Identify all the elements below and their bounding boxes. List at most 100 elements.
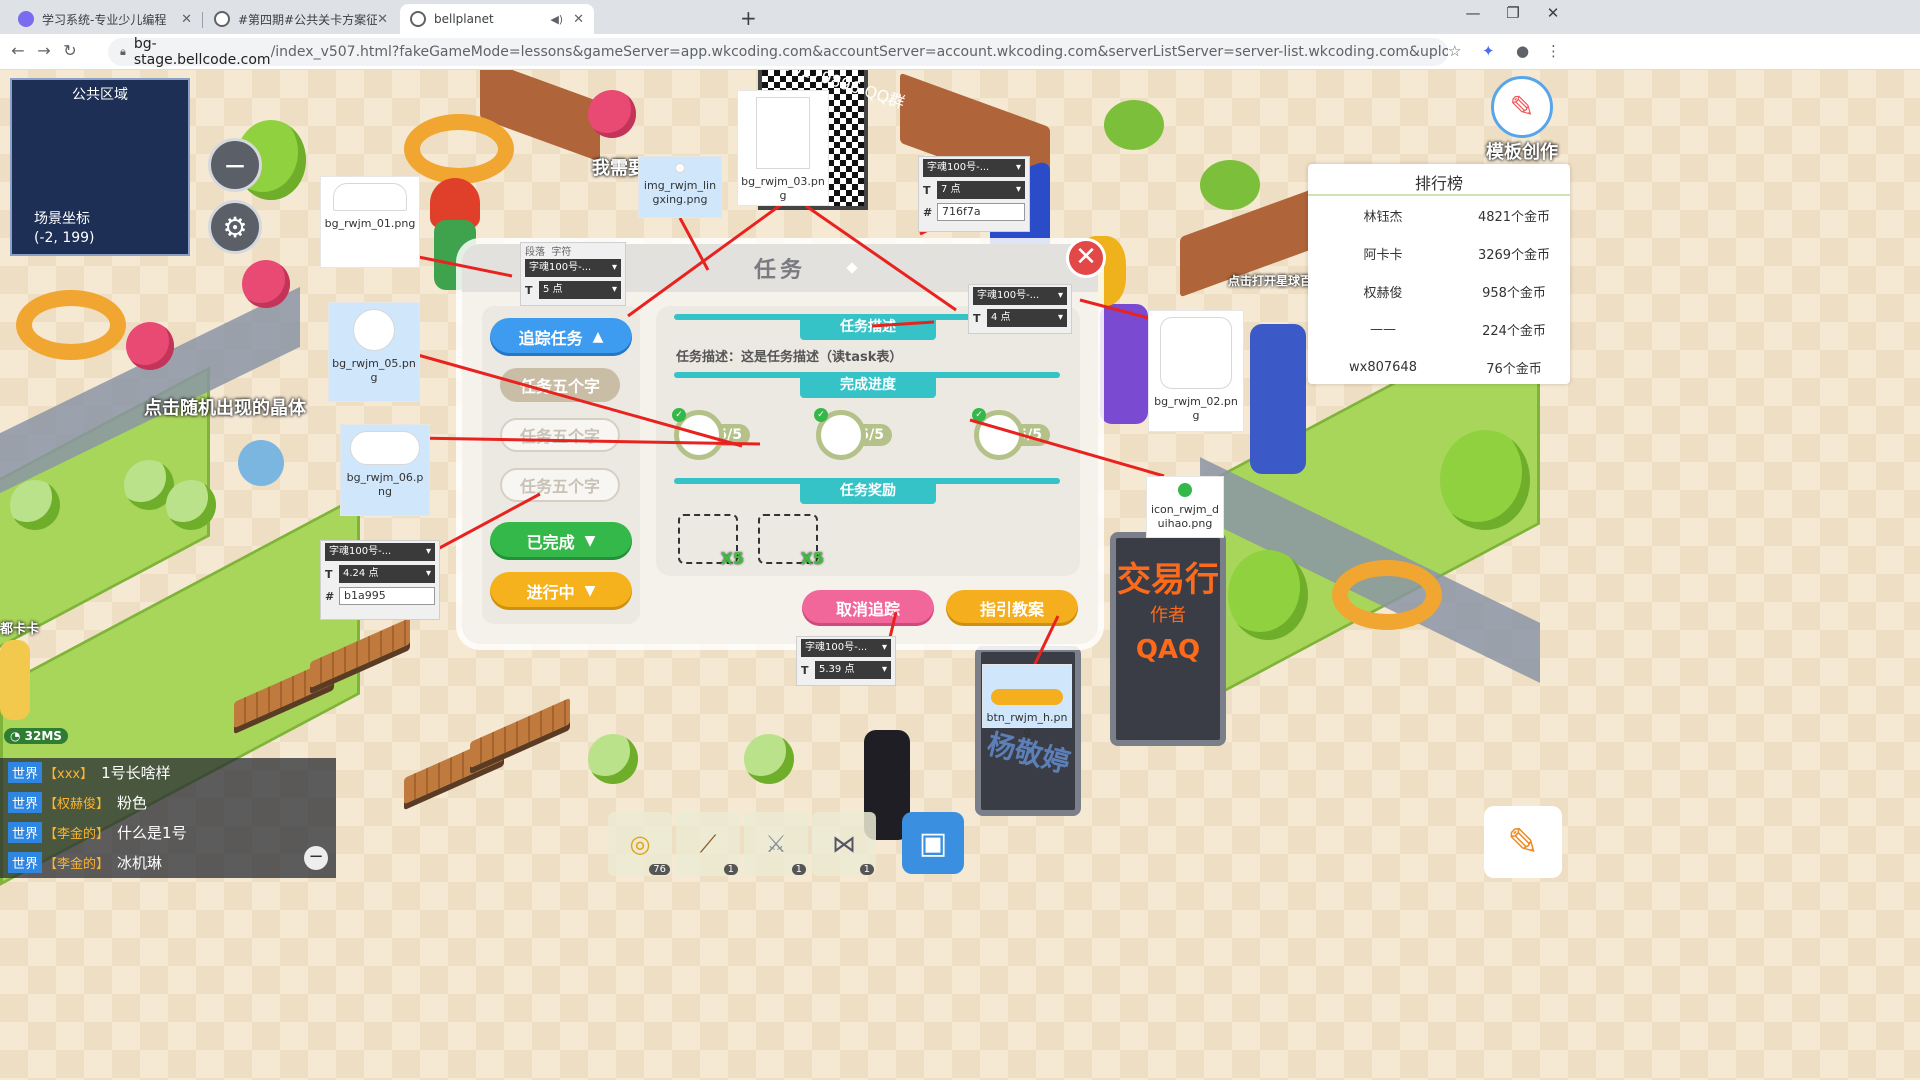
font-family-row: 字魂100号-... ▾ <box>321 541 439 563</box>
round-bench <box>16 290 126 360</box>
template-create-button[interactable]: ✎ 模板创作 <box>1480 76 1564 166</box>
tab-level-plan[interactable]: #第四期#公共关卡方案征集结束 ✕ <box>204 4 398 34</box>
more-menu-icon[interactable]: ⋮ <box>1546 42 1561 60</box>
in-progress-tasks-button[interactable]: 进行中 ▼ <box>490 572 632 610</box>
backpack-icon: ▣ <box>918 825 948 861</box>
leaderboard-row: 权赫俊 958个金币 <box>1308 272 1570 310</box>
chevron-down-icon: ▾ <box>881 664 887 675</box>
check-icon: ✓ <box>814 408 828 422</box>
close-window-icon[interactable]: ✕ <box>1530 4 1576 22</box>
bookmark-star-icon[interactable]: ☆ <box>1448 42 1461 60</box>
chat-text: 什么是1号 <box>117 824 187 842</box>
close-icon: ✕ <box>1075 242 1097 272</box>
hotbar-slot-fish[interactable]: ⋈ 1 <box>812 812 876 876</box>
font-family-field: 字魂100号-... ▾ <box>325 543 435 561</box>
round-shrub <box>744 734 794 784</box>
leaderboard-title: 排行榜 <box>1308 164 1570 196</box>
panel-tab: 字符 <box>551 246 572 258</box>
font-size-field: 4 点 ▾ <box>987 309 1067 327</box>
item-count: 1 <box>859 864 874 875</box>
cancel-tracking-button[interactable]: 取消追踪 <box>802 590 934 626</box>
font-family-row: 字魂100号-... ▾ <box>969 285 1071 307</box>
font-panel: 字魂100号-... ▾ T 4.24 点 ▾ # b1a995 <box>320 540 440 620</box>
chevron-down-icon: ▾ <box>611 284 617 295</box>
tab-learning-system[interactable]: 学习系统-专业少儿编程 ✕ <box>8 4 202 34</box>
asset-thumbnail <box>756 97 810 169</box>
task-item[interactable]: 任务五个字 <box>500 368 620 402</box>
chevron-down-icon: ▾ <box>881 642 887 653</box>
robot-npc[interactable] <box>238 440 284 486</box>
guide-lesson-button[interactable]: 指引教案 <box>946 590 1078 626</box>
chat-message: 世界 【xxx】 1号长啥样 <box>8 762 171 783</box>
asset-thumbnail <box>333 183 407 211</box>
url-path: /index_v507.html?fakeGameMode=lessons&ga… <box>270 44 1448 60</box>
forward-icon[interactable]: → <box>32 41 56 60</box>
extension-icon[interactable]: ✦ <box>1482 42 1495 60</box>
asset-label: bg_rwjm_06.png <box>340 424 430 516</box>
sign-line: QAQ <box>1135 635 1201 665</box>
asset-label: bg_rwjm_02.png <box>1148 310 1244 432</box>
profile-icon[interactable]: ● <box>1516 42 1529 60</box>
hash-symbol: # <box>923 205 933 219</box>
hotbar-slot-rod[interactable]: ⟋ 1 <box>676 812 740 876</box>
address-bar[interactable]: 🔒︎ bg-stage.bellcode.com /index_v507.htm… <box>108 36 1448 68</box>
minus-icon: − <box>223 148 247 182</box>
speaker-icon[interactable]: ◀) <box>550 13 563 26</box>
reload-icon[interactable]: ↻ <box>58 41 82 60</box>
chat-user: 【xxx】 <box>44 767 94 782</box>
asset-label: bg_rwjm_03.png <box>737 90 829 206</box>
task-item[interactable]: 任务五个字 <box>500 418 620 452</box>
leaderboard-row: wx807648 76个金币 <box>1308 348 1570 386</box>
round-bench <box>404 114 514 184</box>
player-name: 林钰杰 <box>1363 209 1403 225</box>
font-panel: 字魂100号-... ▾ T 5.39 点 ▾ <box>796 636 896 686</box>
asset-thumbnail <box>353 309 395 351</box>
tab-title: #第四期#公共关卡方案征集结束 <box>238 12 378 27</box>
font-size: 5.39 点 <box>819 664 855 675</box>
asset-filename: bg_rwjm_02.png <box>1154 395 1238 422</box>
collapse-chat-button[interactable]: − <box>304 846 328 870</box>
fish-icon: ⋈ <box>832 830 856 858</box>
npc-child[interactable] <box>0 640 30 720</box>
build-tools-button[interactable]: ✎ <box>1484 806 1562 878</box>
new-tab-button[interactable]: + <box>740 6 757 30</box>
chat-panel[interactable]: 世界 【xxx】 1号长啥样 世界 【权赫俊】 粉色 世界 【李金的】 什么是1号 世界 【李… <box>0 758 336 878</box>
rocket-tower <box>1100 304 1148 424</box>
backpack-button[interactable]: ▣ <box>902 812 964 874</box>
close-tab-icon[interactable]: ✕ <box>181 12 192 27</box>
asset-thumbnail <box>1160 317 1232 389</box>
track-task-button[interactable]: 追踪任务 ▲ <box>490 318 632 356</box>
close-dialog-button[interactable]: ✕ <box>1066 238 1106 278</box>
tab-bellplanet[interactable]: bellplanet ◀) ✕ <box>400 4 594 34</box>
hotbar-slot-coin[interactable]: ◎ 76 <box>608 812 672 876</box>
round-bench <box>1332 560 1442 630</box>
back-icon[interactable]: ← <box>6 41 30 60</box>
chat-text: 1号长啥样 <box>101 764 171 782</box>
player-name: 阿卡卡 <box>1363 247 1403 263</box>
chevron-down-icon: ▾ <box>611 262 617 273</box>
asset-thumbnail <box>675 163 685 173</box>
reward-slot[interactable]: X5 <box>758 514 824 568</box>
font-family-row: 字魂100号-... ▾ <box>919 157 1029 179</box>
reward-slot[interactable]: X5 <box>678 514 744 568</box>
close-tab-icon[interactable]: ✕ <box>377 12 388 27</box>
zoom-out-button[interactable]: − <box>208 138 262 192</box>
task-item[interactable]: 任务五个字 <box>500 468 620 502</box>
close-tab-icon[interactable]: ✕ <box>573 12 584 27</box>
font-size-row: T 5.39 点 ▾ <box>797 659 895 681</box>
trading-house-sign[interactable]: 交易行 作者 QAQ <box>1110 532 1226 746</box>
progress-indicator: 5/5 ✓ <box>672 408 750 460</box>
triangle-up-icon: ▲ <box>592 329 604 345</box>
button-label: 进行中 <box>526 583 575 602</box>
chevron-down-icon: ▾ <box>1057 312 1063 323</box>
wifi-icon: ◔ <box>10 729 25 743</box>
ping-value: 32MS <box>24 729 62 743</box>
settings-button[interactable]: ⚙ <box>208 200 262 254</box>
asset-filename: bg_rwjm_06.png <box>346 471 424 498</box>
minimap[interactable]: 公共区域 场景坐标 (-2, 199) <box>10 78 190 256</box>
task-detail-panel: 任务描述 任务描述：这是任务描述（读task表） 完成进度 5/5 ✓ 5/5 ✓ … <box>656 306 1080 576</box>
paint-palette-icon: ✎ <box>1491 76 1553 138</box>
completed-tasks-button[interactable]: 已完成 ▼ <box>490 522 632 560</box>
hotbar-slot-sword[interactable]: ⚔ 1 <box>744 812 808 876</box>
font-family-field: 字魂100号-... ▾ <box>801 639 891 657</box>
